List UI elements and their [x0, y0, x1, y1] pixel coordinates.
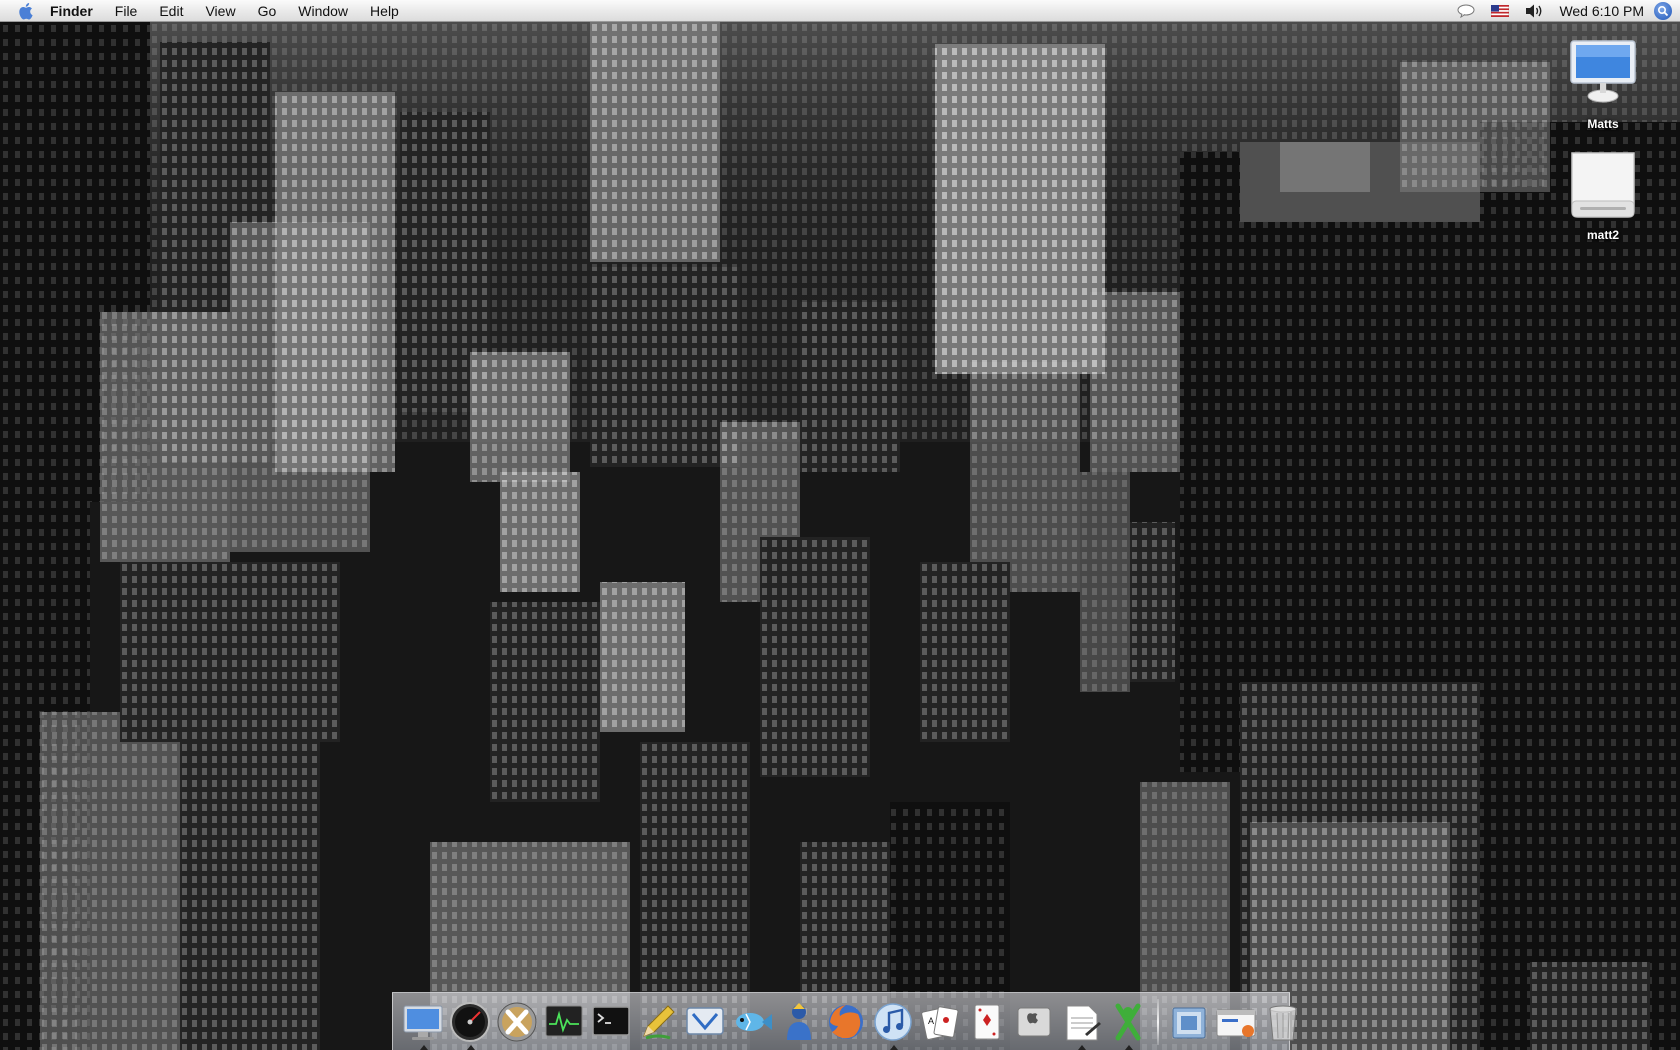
x11-icon [1115, 1003, 1140, 1040]
desktop-icon-matt2[interactable]: matt2 [1558, 145, 1648, 242]
dock-terminal[interactable] [589, 1000, 633, 1044]
menu-edit[interactable]: Edit [148, 0, 194, 22]
terminal-icon [591, 1005, 630, 1036]
dock-pencil-app[interactable] [636, 1000, 680, 1044]
fish-icon [735, 1012, 772, 1031]
spotlight-icon[interactable] [1654, 1, 1672, 20]
running-indicator [466, 1044, 475, 1050]
menu-window[interactable]: Window [287, 0, 359, 22]
trash-icon [1269, 1005, 1296, 1040]
dock-finder[interactable] [401, 1000, 445, 1050]
desktop: Finder File Edit View Go Window Help Wed… [0, 0, 1680, 1050]
dock-firefox[interactable] [824, 1000, 868, 1044]
apple-menu-icon[interactable] [16, 2, 36, 20]
running-indicator [1077, 1044, 1086, 1050]
desktop-icon-label: Matts [1587, 117, 1619, 131]
pencil-app-icon [642, 1004, 675, 1039]
system-preferences-icon [1017, 1007, 1050, 1036]
desktop-icon-matts[interactable]: Matts [1558, 38, 1648, 131]
dock-card-deck[interactable] [965, 1000, 1009, 1044]
mac-os-x-icon [497, 1002, 536, 1041]
dock-trash[interactable] [1261, 1000, 1305, 1044]
dock-folder-stack[interactable] [1167, 1000, 1211, 1044]
firefox-icon [828, 1004, 863, 1039]
menu-bar: Finder File Edit View Go Window Help Wed… [0, 0, 1680, 22]
desktop-icon-label: matt2 [1586, 228, 1619, 242]
activity-monitor-icon [545, 1005, 582, 1036]
dashboard-gauge-icon [449, 1001, 490, 1042]
us-flag-icon[interactable] [1489, 3, 1511, 19]
imac-display-icon [1570, 40, 1636, 103]
menu-view[interactable]: View [194, 0, 246, 22]
dock-separator [1157, 998, 1159, 1045]
dock-system-preferences[interactable] [1012, 1000, 1056, 1044]
dock-mac-os-x[interactable] [495, 1000, 539, 1044]
dock-x11[interactable] [1106, 1000, 1150, 1050]
dock-fish-app[interactable] [730, 1000, 774, 1044]
running-indicator [1124, 1044, 1133, 1050]
running-indicator [889, 1044, 898, 1050]
dock-cards-game[interactable]: A [918, 1000, 962, 1044]
playing-cards-icon: A [920, 1005, 958, 1040]
volume-icon[interactable] [1523, 3, 1545, 19]
menu-help[interactable]: Help [359, 0, 410, 22]
running-indicator [419, 1044, 428, 1050]
dock-screen-app[interactable] [683, 1000, 727, 1044]
dock-activity-monitor[interactable] [542, 1000, 586, 1044]
text-document-icon [1066, 1005, 1101, 1040]
browser-window-icon [1216, 1009, 1255, 1037]
svg-text:A: A [928, 1016, 934, 1026]
dock-person-app[interactable] [777, 1000, 821, 1044]
person-figure-icon [786, 1002, 811, 1040]
finder-display-icon [403, 1005, 442, 1040]
card-deck-icon [974, 1004, 999, 1039]
external-drive-icon [1571, 152, 1635, 218]
itunes-icon [873, 1002, 912, 1041]
vlc-screen-icon [685, 1006, 724, 1035]
dock-text-editor[interactable] [1059, 1000, 1103, 1050]
menu-go[interactable]: Go [247, 0, 288, 22]
menu-app-name[interactable]: Finder [50, 0, 104, 22]
menu-file[interactable]: File [104, 0, 149, 22]
menu-clock[interactable]: Wed 6:10 PM [1551, 3, 1654, 19]
dock-browser-window[interactable] [1214, 1000, 1258, 1044]
speech-bubble-icon[interactable] [1455, 3, 1477, 19]
dock: A [392, 992, 1296, 1050]
folder-stack-icon [1172, 1007, 1205, 1038]
dock-dashboard[interactable] [448, 1000, 492, 1050]
dock-itunes[interactable] [871, 1000, 915, 1050]
city-wallpaper [0, 22, 1680, 1050]
